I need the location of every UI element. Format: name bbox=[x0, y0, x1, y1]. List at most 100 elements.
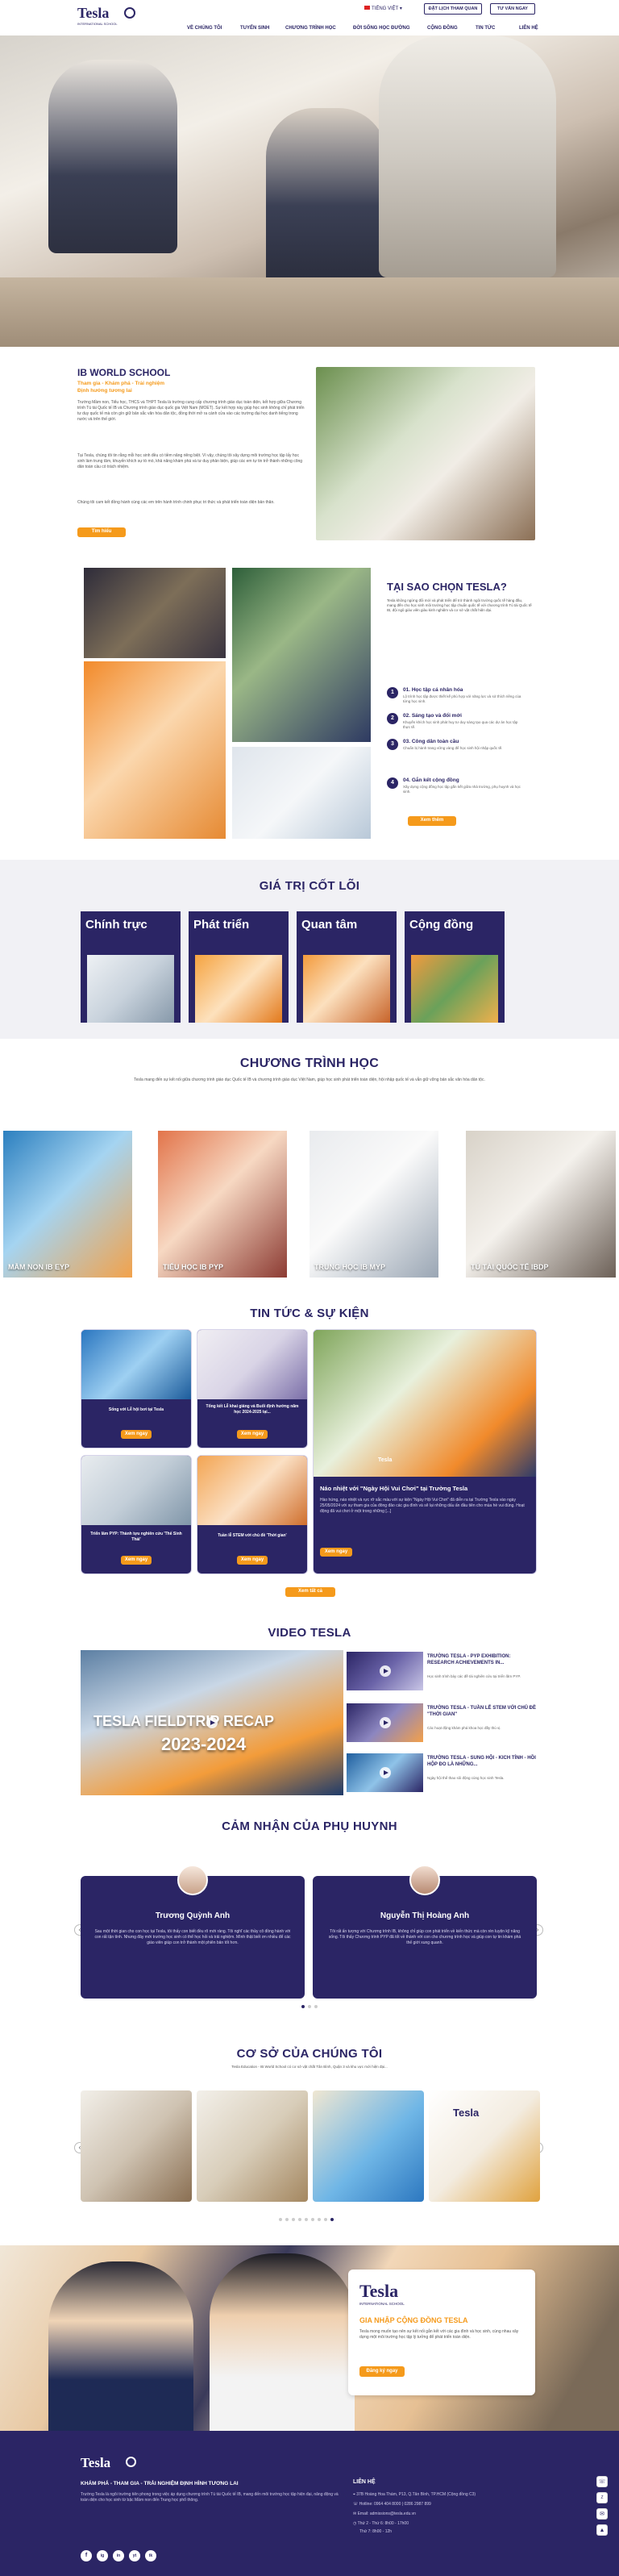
nav-school-life[interactable]: ĐỜI SỐNG HỌC ĐƯỜNG bbox=[353, 26, 410, 31]
value-card-integrity[interactable]: Chính trực bbox=[81, 911, 181, 1023]
language-selector[interactable]: TIẾNG VIỆT ▾ bbox=[364, 6, 402, 11]
program-card-pyp[interactable]: TIỂU HỌC IB PYP bbox=[158, 1131, 287, 1278]
campus-card-pool[interactable] bbox=[313, 2090, 424, 2202]
campus-card-classroom[interactable] bbox=[197, 2090, 308, 2202]
header: Tesla INTERNATIONAL SCHOOL TIẾNG VIỆT ▾ … bbox=[0, 0, 619, 35]
video-item-3-title[interactable]: TRƯỜNG TESLA - SUNG HỘI - KICH TÍNH - HỒ… bbox=[427, 1755, 538, 1768]
news-card-title: Triển lãm PYP: Thành tựu nghiên cứu 'Thế… bbox=[90, 1532, 182, 1542]
news-card-4[interactable]: Tuần lễ STEM với chủ đề 'Thời gian' Xem … bbox=[197, 1455, 308, 1574]
campus-dot[interactable] bbox=[279, 2218, 282, 2221]
intro-subtitle-2: Định hướng tương lai bbox=[77, 388, 132, 394]
news-card-button[interactable]: Xem ngay bbox=[121, 1556, 152, 1565]
programs-title: CHƯƠNG TRÌNH HỌC bbox=[239, 1057, 380, 1070]
video-item-2-title[interactable]: TRƯỜNG TESLA - TUẦN LỄ STEM VỚI CHỦ ĐỀ "… bbox=[427, 1705, 538, 1718]
logo[interactable]: Tesla INTERNATIONAL SCHOOL bbox=[77, 5, 142, 29]
news-card-button[interactable]: Xem ngay bbox=[237, 1430, 268, 1439]
program-card-ibdp[interactable]: TÚ TÀI QUỐC TẾ IBDP bbox=[466, 1131, 616, 1278]
why-item-number: 3 bbox=[387, 739, 398, 750]
value-card-image bbox=[195, 955, 282, 1023]
floating-phone-icon[interactable]: ☏ bbox=[596, 2476, 608, 2487]
cta-card: Tesla INTERNATIONAL SCHOOL GIA NHẬP CỘNG… bbox=[348, 2270, 535, 2395]
campus-dot[interactable] bbox=[298, 2218, 301, 2221]
footer: Tesla KHÁM PHÁ - THAM GIA - TRẢI NGHIỆM … bbox=[0, 2431, 619, 2576]
cta-button[interactable]: Đăng ký ngay bbox=[359, 2366, 405, 2377]
cta-student-left bbox=[48, 2261, 193, 2431]
value-card-growth[interactable]: Phát triển bbox=[189, 911, 289, 1023]
testimonial-dot[interactable] bbox=[301, 2005, 305, 2008]
video-item-3-thumb[interactable] bbox=[347, 1753, 423, 1792]
floating-back-to-top-icon[interactable]: ▲ bbox=[596, 2524, 608, 2536]
hero-image bbox=[0, 35, 619, 347]
video-item-2-thumb[interactable] bbox=[347, 1703, 423, 1742]
footer-text: Trường Tesla là ngôi trường tiên phong t… bbox=[81, 2492, 339, 2503]
video-main[interactable]: TESLA FIELDTRIP RECAP 2023-2024 bbox=[81, 1650, 343, 1795]
logo-sub: INTERNATIONAL SCHOOL bbox=[77, 22, 118, 26]
news-card-1[interactable]: Sống với Lễ hội bơi tại Tesla Xem ngay bbox=[81, 1329, 192, 1448]
campus-card-library[interactable] bbox=[81, 2090, 192, 2202]
nav-admissions[interactable]: TUYỂN SINH bbox=[240, 26, 269, 31]
intro-button[interactable]: Tìm hiểu bbox=[77, 527, 126, 537]
linkedin-icon[interactable]: in bbox=[113, 2550, 124, 2561]
value-card-image bbox=[303, 955, 390, 1023]
news-featured-title: Náo nhiệt với "Ngày Hội Vui Chơi" tại Tr… bbox=[320, 1485, 468, 1492]
news-card-button[interactable]: Xem ngay bbox=[121, 1430, 152, 1439]
hero-student-left bbox=[48, 60, 177, 253]
why-button[interactable]: Xem thêm bbox=[408, 816, 456, 826]
testimonial-text: Sau một thời gian cho con học tại Tesla,… bbox=[94, 1929, 291, 1945]
news-card-image bbox=[197, 1330, 307, 1399]
campus-dot[interactable] bbox=[330, 2218, 334, 2221]
play-icon[interactable] bbox=[379, 1665, 391, 1677]
nav-news[interactable]: TIN TỨC bbox=[476, 26, 495, 31]
campus-dot[interactable] bbox=[305, 2218, 308, 2221]
value-card-community[interactable]: Cộng đồng bbox=[405, 911, 505, 1023]
play-icon[interactable] bbox=[379, 1767, 391, 1778]
campus-dot[interactable] bbox=[311, 2218, 314, 2221]
testimonial-dot[interactable] bbox=[308, 2005, 311, 2008]
footer-contact-title: LIÊN HỆ bbox=[353, 2479, 376, 2485]
nav-about[interactable]: VỀ CHÚNG TÔI bbox=[187, 26, 222, 31]
news-card-2[interactable]: Tổng kết Lễ khai giảng và Buổi định hướn… bbox=[197, 1329, 308, 1448]
play-icon[interactable] bbox=[206, 1717, 218, 1728]
logo-text: Tesla bbox=[77, 5, 110, 21]
footer-email[interactable]: ✉ Email: admissions@tesla.edu.vn bbox=[353, 2511, 416, 2516]
consult-button[interactable]: TƯ VẤN NGAY bbox=[490, 3, 535, 15]
footer-hotline[interactable]: ☏ Hotline: 0964 404 8000 | 0286 2987 899 bbox=[353, 2502, 431, 2507]
values-title: GIÁ TRỊ CỐT LÕI bbox=[259, 879, 360, 893]
book-visit-button[interactable]: ĐẶT LỊCH THAM QUAN bbox=[424, 3, 482, 15]
program-card-eyp[interactable]: MẦM NON IB EYP bbox=[3, 1131, 132, 1278]
news-featured-button[interactable]: Xem ngay bbox=[320, 1548, 352, 1557]
news-card-3[interactable]: Triển lãm PYP: Thành tựu nghiên cứu 'Thế… bbox=[81, 1455, 192, 1574]
why-item-number: 4 bbox=[387, 777, 398, 789]
news-card-button[interactable]: Xem ngay bbox=[237, 1556, 268, 1565]
instagram-icon[interactable]: ig bbox=[97, 2550, 108, 2561]
campus-card-building[interactable]: Tesla bbox=[429, 2090, 540, 2202]
nav-programs[interactable]: CHƯƠNG TRÌNH HỌC bbox=[285, 26, 336, 31]
play-icon[interactable] bbox=[379, 1717, 391, 1728]
nav-contact[interactable]: LIÊN HỆ bbox=[519, 26, 538, 31]
why-photo-3 bbox=[232, 568, 371, 742]
video-item-1-thumb[interactable] bbox=[347, 1652, 423, 1690]
testimonial-dot[interactable] bbox=[314, 2005, 318, 2008]
why-item-title: 03. Công dân toàn cầu bbox=[403, 739, 459, 744]
video-main-line-2: 2023-2024 bbox=[161, 1734, 247, 1754]
campus-dot[interactable] bbox=[324, 2218, 327, 2221]
logo-globe-icon bbox=[124, 7, 135, 19]
campus-dot[interactable] bbox=[292, 2218, 295, 2221]
facebook-icon[interactable]: f bbox=[81, 2550, 92, 2561]
floating-message-icon[interactable]: ✉ bbox=[596, 2508, 608, 2520]
program-card-myp[interactable]: TRUNG HỌC IB MYP bbox=[310, 1131, 438, 1278]
nav-community[interactable]: CỘNG ĐỒNG bbox=[427, 26, 458, 31]
tiktok-icon[interactable]: tk bbox=[145, 2550, 156, 2561]
video-item-1-title[interactable]: TRƯỜNG TESLA - PYP EXHIBITION: RESEARCH … bbox=[427, 1653, 538, 1666]
news-featured-card[interactable]: Tesla Náo nhiệt với "Ngày Hội Vui Chơi" … bbox=[313, 1329, 537, 1574]
value-card-care[interactable]: Quan tâm bbox=[297, 911, 397, 1023]
value-card-label: Phát triển bbox=[193, 918, 250, 932]
floating-zalo-icon[interactable]: Z bbox=[596, 2492, 608, 2503]
campus-dot[interactable] bbox=[285, 2218, 289, 2221]
footer-logo[interactable]: Tesla bbox=[81, 2455, 145, 2473]
intro-image bbox=[316, 367, 535, 540]
news-card-image bbox=[81, 1456, 191, 1525]
news-more-button[interactable]: Xem tất cả bbox=[285, 1587, 335, 1597]
campus-dot[interactable] bbox=[318, 2218, 321, 2221]
youtube-icon[interactable]: yt bbox=[129, 2550, 140, 2561]
